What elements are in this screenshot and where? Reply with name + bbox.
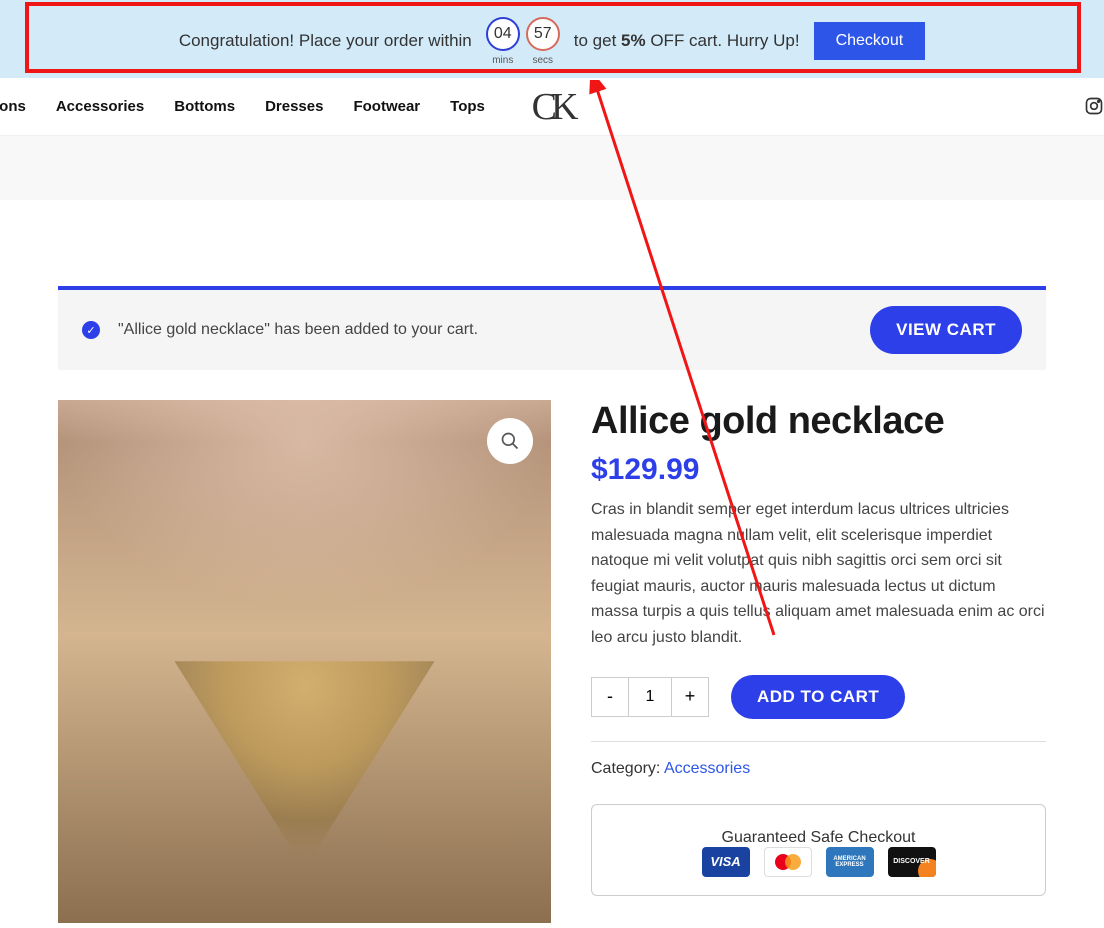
timer-mins-value: 04 — [486, 17, 520, 51]
visa-icon: VISA — [702, 847, 750, 877]
product-gallery — [58, 400, 551, 923]
timer-mins-label: mins — [492, 55, 513, 66]
discover-icon: DISCOVER — [888, 847, 936, 877]
quantity-stepper: - + — [591, 677, 709, 717]
notice-text: "Allice gold necklace" has been added to… — [118, 321, 478, 339]
checkout-button[interactable]: Checkout — [814, 22, 926, 60]
zoom-button[interactable] — [487, 418, 533, 464]
safe-checkout-box: Guaranteed Safe Checkout VISA AMERICAN E… — [591, 804, 1046, 896]
promo-right-pre: to get — [574, 31, 621, 50]
cart-notice: ✓ "Allice gold necklace" has been added … — [58, 286, 1046, 370]
product-section: Allice gold necklace $129.99 Cras in bla… — [58, 400, 1046, 923]
nav-item-footwear[interactable]: Footwear — [353, 98, 420, 115]
add-to-cart-button[interactable]: ADD TO CART — [731, 675, 905, 719]
nav-item-tops[interactable]: Tops — [450, 98, 485, 115]
qty-plus-button[interactable]: + — [671, 677, 709, 717]
promo-right-post: OFF cart. Hurry Up! — [646, 31, 800, 50]
product-price: $129.99 — [591, 453, 1046, 487]
header-spacer — [0, 136, 1104, 200]
nav-item-collections[interactable]: tions — [0, 98, 26, 115]
magnifier-icon — [500, 431, 520, 451]
product-category: Category: Accessories — [591, 760, 1046, 778]
nav-item-accessories[interactable]: Accessories — [56, 98, 144, 115]
nav-item-dresses[interactable]: Dresses — [265, 98, 323, 115]
qty-minus-button[interactable]: - — [591, 677, 629, 717]
main-nav: tions Accessories Bottoms Dresses Footwe… — [0, 78, 1104, 136]
promo-text-left: Congratulation! Place your order within — [179, 31, 472, 51]
product-description: Cras in blandit semper eget interdum lac… — [591, 497, 1046, 651]
divider — [591, 741, 1046, 742]
instagram-icon[interactable] — [1084, 96, 1104, 121]
timer-secs-value: 57 — [526, 17, 560, 51]
add-to-cart-row: - + ADD TO CART — [591, 675, 1046, 719]
main-content: ✓ "Allice gold necklace" has been added … — [58, 200, 1046, 923]
safe-checkout-title: Guaranteed Safe Checkout — [610, 829, 1027, 847]
timer-secs-label: secs — [532, 55, 553, 66]
mastercard-icon — [764, 847, 812, 877]
site-logo[interactable]: CK — [532, 85, 573, 129]
product-details: Allice gold necklace $129.99 Cras in bla… — [591, 400, 1046, 923]
product-image[interactable] — [58, 400, 551, 923]
promo-text-right: to get 5% OFF cart. Hurry Up! — [574, 31, 800, 51]
promo-bar: Congratulation! Place your order within … — [0, 0, 1104, 78]
product-title: Allice gold necklace — [591, 400, 1046, 443]
view-cart-button[interactable]: VIEW CART — [870, 306, 1022, 354]
promo-discount: 5% — [621, 31, 646, 50]
nav-item-bottoms[interactable]: Bottoms — [174, 98, 235, 115]
category-label: Category: — [591, 760, 664, 777]
category-link[interactable]: Accessories — [664, 760, 750, 777]
timer-secs: 57 secs — [526, 17, 560, 66]
qty-input[interactable] — [629, 677, 671, 717]
countdown-timer: 04 mins 57 secs — [486, 17, 560, 66]
amex-icon: AMERICAN EXPRESS — [826, 847, 874, 877]
timer-mins: 04 mins — [486, 17, 520, 66]
payment-cards: VISA AMERICAN EXPRESS DISCOVER — [610, 847, 1027, 877]
check-icon: ✓ — [82, 321, 100, 339]
